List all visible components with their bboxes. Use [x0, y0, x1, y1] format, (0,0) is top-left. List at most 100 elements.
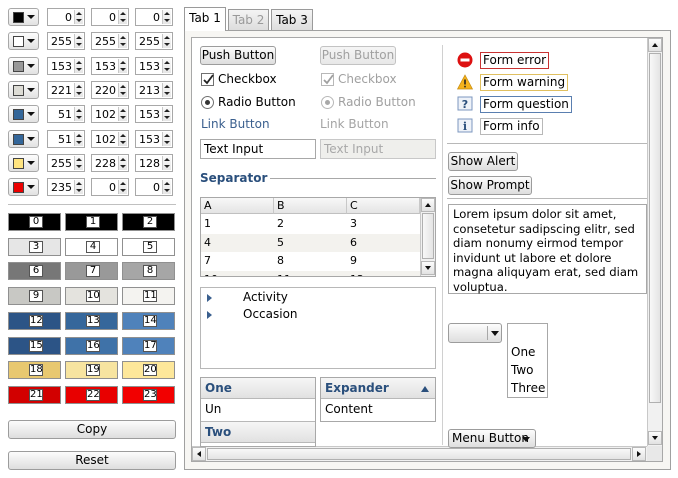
- palette-swatch[interactable]: 4: [65, 237, 118, 256]
- channel-spinner-b[interactable]: 153: [135, 56, 173, 75]
- spinner-arrows-icon[interactable]: [74, 107, 83, 122]
- reset-button[interactable]: Reset: [8, 451, 176, 470]
- channel-spinner-b[interactable]: 255: [135, 32, 173, 51]
- tree-item-occasion[interactable]: Occasion: [201, 306, 435, 323]
- scroll-up-arrow[interactable]: [648, 38, 662, 52]
- color-picker-button[interactable]: [8, 105, 39, 124]
- spinner-arrows-icon[interactable]: [118, 180, 127, 195]
- table-row[interactable]: 7 8 9: [201, 252, 420, 270]
- spinner-arrows-icon[interactable]: [162, 155, 171, 170]
- channel-spinner-b[interactable]: 128: [135, 153, 173, 172]
- scroll-left-arrow[interactable]: [192, 447, 206, 461]
- spinner-arrows-icon[interactable]: [118, 82, 127, 97]
- spinner-arrows-icon[interactable]: [162, 10, 171, 24]
- table-scrollbar[interactable]: [420, 198, 435, 276]
- palette-swatch[interactable]: 7: [65, 262, 118, 281]
- palette-swatch[interactable]: 5: [122, 237, 175, 256]
- palette-swatch[interactable]: 22: [65, 385, 118, 404]
- table-row[interactable]: 101112: [201, 270, 420, 276]
- lorem-text-area[interactable]: Lorem ipsum dolor sit amet, consetetur s…: [448, 204, 647, 294]
- channel-spinner-g[interactable]: 102: [91, 129, 129, 148]
- horizontal-scrollbar[interactable]: [192, 446, 647, 461]
- accordion-header-two[interactable]: Two: [201, 422, 315, 443]
- tab-3[interactable]: Tab 3: [271, 9, 313, 31]
- accordion-header-one[interactable]: One: [201, 378, 315, 399]
- channel-spinner-b[interactable]: 153: [135, 129, 173, 148]
- spinner-arrows-icon[interactable]: [162, 58, 171, 73]
- scroll-down-arrow[interactable]: [648, 431, 662, 445]
- palette-swatch[interactable]: 2: [122, 213, 175, 231]
- channel-spinner-r[interactable]: 221: [47, 80, 85, 99]
- palette-swatch[interactable]: 16: [65, 336, 118, 355]
- palette-swatch[interactable]: 14: [122, 311, 175, 330]
- channel-spinner-r[interactable]: 255: [47, 32, 85, 51]
- palette-swatch[interactable]: 6: [8, 262, 61, 281]
- channel-spinner-b[interactable]: 213: [135, 80, 173, 99]
- channel-spinner-b[interactable]: 153: [135, 105, 173, 124]
- channel-spinner-g[interactable]: 0: [91, 8, 129, 26]
- color-picker-button[interactable]: [8, 56, 39, 75]
- spinner-arrows-icon[interactable]: [118, 131, 127, 146]
- color-picker-button[interactable]: [8, 153, 39, 172]
- channel-spinner-g[interactable]: 220: [91, 80, 129, 99]
- collapse-arrow-icon[interactable]: [421, 385, 429, 392]
- copy-button[interactable]: Copy: [8, 420, 176, 439]
- table-scroll-thumb[interactable]: [422, 213, 434, 259]
- table-scroll-up[interactable]: [421, 198, 435, 212]
- channel-spinner-r[interactable]: 51: [47, 105, 85, 124]
- palette-swatch[interactable]: 13: [65, 311, 118, 330]
- palette-swatch[interactable]: 0: [8, 213, 61, 231]
- tab-1[interactable]: Tab 1: [184, 7, 226, 31]
- tree-item-activity[interactable]: Activity: [201, 289, 435, 306]
- spinner-arrows-icon[interactable]: [74, 10, 83, 24]
- menu-button[interactable]: Menu Button: [448, 429, 536, 448]
- palette-swatch[interactable]: 8: [122, 262, 175, 281]
- dropdown[interactable]: [448, 323, 502, 343]
- spinner-arrows-icon[interactable]: [118, 34, 127, 49]
- palette-swatch[interactable]: 21: [8, 385, 61, 404]
- push-button[interactable]: Push Button: [200, 46, 276, 65]
- color-picker-button[interactable]: [8, 178, 39, 197]
- expand-arrow-icon[interactable]: [206, 311, 214, 319]
- list-item[interactable]: One: [511, 345, 535, 359]
- palette-swatch[interactable]: 18: [8, 361, 61, 380]
- color-picker-button[interactable]: [8, 32, 39, 51]
- hscroll-thumb[interactable]: [207, 448, 631, 460]
- spinner-arrows-icon[interactable]: [162, 34, 171, 49]
- palette-swatch[interactable]: 3: [8, 237, 61, 256]
- spinner-arrows-icon[interactable]: [162, 82, 171, 97]
- spinner-arrows-icon[interactable]: [74, 180, 83, 195]
- palette-swatch[interactable]: 12: [8, 311, 61, 330]
- table-scroll-down[interactable]: [421, 261, 435, 275]
- palette-swatch[interactable]: 15: [8, 336, 61, 355]
- channel-spinner-r[interactable]: 51: [47, 129, 85, 148]
- palette-swatch[interactable]: 20: [122, 361, 175, 380]
- channel-spinner-r[interactable]: 0: [47, 8, 85, 26]
- spinner-arrows-icon[interactable]: [162, 107, 171, 122]
- tree-view[interactable]: Activity Occasion: [200, 287, 436, 369]
- channel-spinner-g[interactable]: 153: [91, 56, 129, 75]
- spinner-arrows-icon[interactable]: [74, 82, 83, 97]
- table-header-a[interactable]: A: [201, 198, 274, 214]
- palette-swatch[interactable]: 1: [65, 213, 118, 231]
- channel-spinner-b[interactable]: 0: [135, 178, 173, 197]
- list-box[interactable]: One Two Three: [507, 323, 548, 398]
- link-button[interactable]: Link Button: [201, 117, 270, 131]
- palette-swatch[interactable]: 11: [122, 287, 175, 306]
- palette-swatch[interactable]: 17: [122, 336, 175, 355]
- channel-spinner-g[interactable]: 228: [91, 153, 129, 172]
- radio-button[interactable]: [201, 96, 214, 109]
- channel-spinner-r[interactable]: 235: [47, 178, 85, 197]
- show-alert-button[interactable]: Show Alert: [448, 152, 518, 171]
- spinner-arrows-icon[interactable]: [74, 34, 83, 49]
- channel-spinner-r[interactable]: 153: [47, 56, 85, 75]
- channel-spinner-g[interactable]: 255: [91, 32, 129, 51]
- scroll-thumb[interactable]: [649, 53, 661, 403]
- show-prompt-button[interactable]: Show Prompt: [448, 176, 532, 195]
- channel-spinner-b[interactable]: 0: [135, 8, 173, 26]
- expand-arrow-icon[interactable]: [206, 294, 214, 302]
- channel-spinner-g[interactable]: 0: [91, 178, 129, 197]
- spinner-arrows-icon[interactable]: [118, 107, 127, 122]
- data-table[interactable]: ABC 123456789101112: [200, 197, 436, 277]
- table-header-c[interactable]: C: [347, 198, 420, 214]
